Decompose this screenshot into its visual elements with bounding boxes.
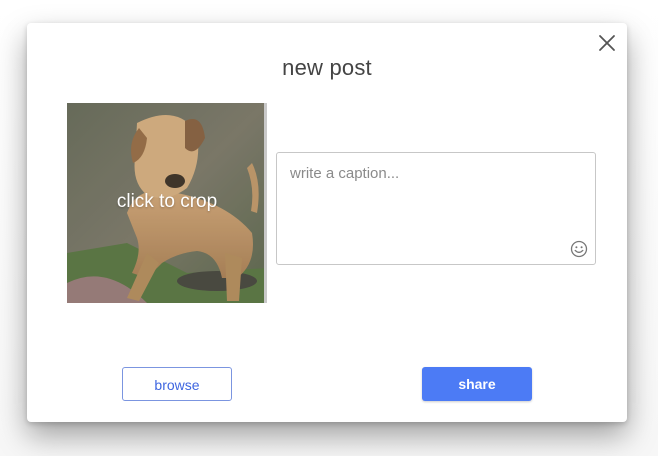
crop-hint-label: click to crop	[116, 191, 218, 212]
emoji-button[interactable]	[570, 240, 588, 258]
close-icon	[599, 35, 615, 51]
new-post-dialog: new post click to crop write a caption..…	[27, 23, 627, 422]
caption-input[interactable]	[290, 165, 560, 245]
photo-edge	[264, 103, 267, 303]
browse-button[interactable]: browse	[122, 367, 232, 401]
dialog-title: new post	[282, 55, 372, 80]
caption-container	[276, 152, 596, 265]
smiley-icon	[570, 240, 588, 258]
page-backdrop: new post click to crop write a caption..…	[0, 0, 658, 456]
close-button[interactable]	[597, 33, 617, 53]
photo-preview[interactable]: click to crop	[67, 103, 267, 303]
share-button[interactable]: share	[422, 367, 532, 401]
